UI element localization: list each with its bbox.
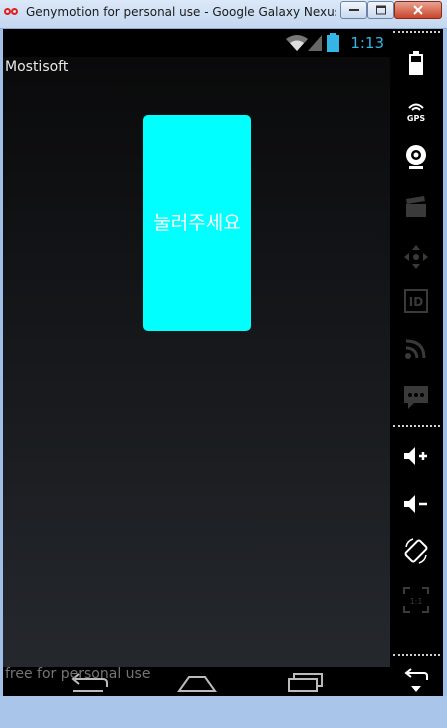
volume-down-icon: [404, 495, 427, 513]
recent-apps-icon[interactable]: [287, 671, 325, 693]
emulator-window: Genymotion for personal use - Google Gal…: [0, 0, 447, 728]
battery-status-icon: [327, 33, 339, 52]
pixel-perfect-button[interactable]: 1:1: [399, 583, 433, 617]
maximize-icon: [375, 5, 386, 15]
status-time: 1:13: [350, 34, 384, 52]
device-id-icon: ID: [404, 289, 428, 313]
window-bottom-border: [0, 696, 447, 728]
press-button[interactable]: 눌러주세요: [143, 115, 251, 331]
dpad-icon: [404, 245, 428, 269]
sidebar-back-button[interactable]: [399, 665, 433, 685]
battery-button[interactable]: [399, 46, 433, 80]
signal-icon: [308, 35, 322, 51]
menu-icon: [411, 686, 421, 692]
back-icon: [404, 668, 428, 680]
network-icon: [405, 339, 426, 359]
close-icon: [413, 5, 423, 15]
wifi-icon: [286, 35, 308, 51]
sidebar-divider: [393, 654, 440, 656]
sidebar-menu-button[interactable]: [399, 683, 433, 695]
battery-icon: [409, 51, 423, 75]
rotate-button[interactable]: [399, 534, 433, 568]
gps-label: GPS: [407, 114, 425, 123]
maximize-button[interactable]: [367, 1, 394, 19]
app-content: Mostisoft 눌러주세요: [3, 57, 390, 667]
minimize-icon: [348, 9, 359, 11]
webcam-icon: [406, 145, 426, 169]
gps-icon: GPS: [407, 103, 425, 123]
volume-down-button[interactable]: [399, 487, 433, 521]
android-screen: 1:13 Mostisoft 눌러주세요: [3, 29, 390, 696]
sidebar-divider: [393, 31, 440, 33]
device-id-label: ID: [409, 295, 423, 309]
sidebar-divider: [393, 425, 440, 427]
video-capture-button[interactable]: [399, 190, 433, 224]
home-icon[interactable]: [176, 671, 218, 693]
rotate-icon: [404, 538, 428, 564]
volume-up-button[interactable]: [399, 439, 433, 473]
device-id-button[interactable]: ID: [399, 284, 433, 318]
sms-button[interactable]: [399, 380, 433, 414]
personal-use-watermark: free for personal use: [5, 666, 151, 682]
network-button[interactable]: [399, 332, 433, 366]
volume-up-icon: [404, 447, 427, 465]
genymotion-logo-icon: [4, 8, 22, 19]
pixel-perfect-icon: 1:1: [403, 587, 429, 613]
window-title: Genymotion for personal use - Google Gal…: [26, 5, 336, 19]
gps-button[interactable]: GPS: [399, 95, 433, 129]
video-capture-icon: [406, 196, 426, 217]
app-title: Mostisoft: [5, 59, 69, 75]
close-button[interactable]: [394, 1, 442, 19]
window-titlebar[interactable]: Genymotion for personal use - Google Gal…: [0, 0, 447, 29]
webcam-button[interactable]: [399, 140, 433, 174]
emulator-sidebar: GPS ID 1:1: [390, 29, 443, 696]
status-bar: 1:13: [3, 29, 390, 57]
sms-icon: [404, 386, 428, 409]
dpad-button[interactable]: [399, 240, 433, 274]
pixel-perfect-label: 1:1: [410, 597, 423, 606]
minimize-button[interactable]: [340, 1, 367, 19]
